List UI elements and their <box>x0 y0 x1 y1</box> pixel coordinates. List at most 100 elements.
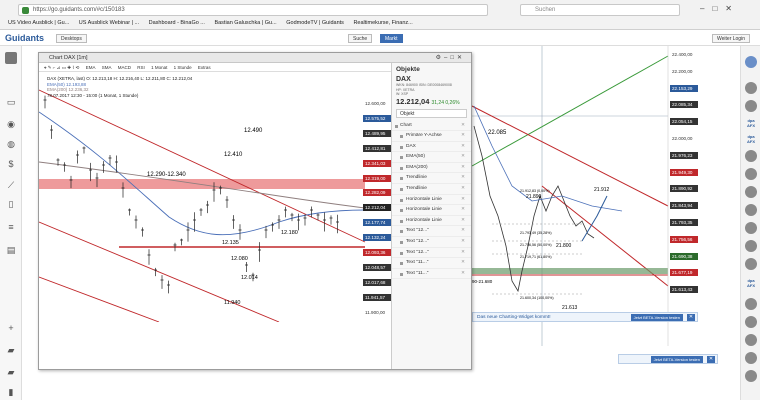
object-list-item[interactable]: Horizontale Linie ✕ <box>392 195 471 206</box>
object-list-item[interactable]: Primäre Y-Achse ✕ <box>392 131 471 142</box>
object-list-item[interactable]: DAX ✕ <box>392 142 471 153</box>
folder-icon[interactable]: ▰ <box>5 366 17 378</box>
remove-icon[interactable]: ✕ <box>461 142 465 153</box>
chart-window-titlebar[interactable]: Chart DAX [1m] ⚙–□✕ <box>39 53 471 63</box>
search-button[interactable]: Suche <box>348 34 373 43</box>
folder-icon[interactable]: ▰ <box>5 344 17 356</box>
avatar[interactable] <box>745 186 757 198</box>
minimize-icon[interactable]: – <box>700 4 704 13</box>
dpa-afx-icon[interactable]: dpa AFX <box>743 118 759 128</box>
remove-icon[interactable]: ✕ <box>461 205 465 216</box>
remove-icon[interactable]: ✕ <box>461 121 465 132</box>
maximize-icon[interactable]: □ <box>450 55 457 61</box>
globe-icon[interactable]: ◍ <box>5 138 17 150</box>
avatar[interactable] <box>745 352 757 364</box>
avatar[interactable] <box>5 52 17 64</box>
bookmark-item[interactable]: Dashboard - BinaGo ... <box>149 18 205 29</box>
notes-icon[interactable]: ▮ <box>5 386 17 398</box>
avatar[interactable] <box>745 334 757 346</box>
remove-icon[interactable]: ✕ <box>461 195 465 206</box>
menu-icon[interactable] <box>745 56 757 68</box>
maximize-icon[interactable]: □ <box>712 4 717 13</box>
avatar[interactable] <box>745 168 757 180</box>
remove-icon[interactable]: ✕ <box>461 163 465 174</box>
desktops-button[interactable]: Desktops <box>56 34 87 43</box>
trendline-green <box>471 55 669 167</box>
toolbar-sma[interactable]: SMA <box>102 63 112 71</box>
eye-icon[interactable]: ◉ <box>5 118 17 130</box>
tablet-icon[interactable]: ▯ <box>5 198 17 210</box>
list-icon[interactable]: ≡ <box>5 221 17 233</box>
object-list-item[interactable]: EMA(50) ✕ <box>392 152 471 163</box>
close-icon[interactable]: ✕ <box>457 55 465 61</box>
dpa-afx-icon[interactable]: dpa AFX <box>743 134 759 144</box>
remove-icon[interactable]: ✕ <box>461 152 465 163</box>
object-list-item[interactable]: Trendlinie ✕ <box>392 184 471 195</box>
bookmark-item[interactable]: US Video Ausblick | Gu... <box>8 18 69 29</box>
close-icon[interactable]: ✕ <box>687 314 695 321</box>
remove-icon[interactable]: ✕ <box>461 237 465 248</box>
login-button[interactable]: Weiter Login <box>712 34 750 43</box>
avatar[interactable] <box>745 370 757 382</box>
guidants-logo[interactable]: Guidants <box>5 33 44 43</box>
price-axis-label: 12.048,57 <box>363 263 391 271</box>
object-list-item[interactable]: Text "11..." ✕ <box>392 258 471 269</box>
object-list-item[interactable]: Text "12..." ✕ <box>392 237 471 248</box>
remove-icon[interactable]: ✕ <box>461 258 465 269</box>
avatar[interactable] <box>745 298 757 310</box>
add-icon[interactable]: + <box>5 322 17 334</box>
object-list-item[interactable]: Text "12..." ✕ <box>392 226 471 238</box>
remove-icon[interactable]: ✕ <box>461 131 465 142</box>
avatar[interactable] <box>745 240 757 252</box>
dollar-icon[interactable]: $ <box>5 158 17 170</box>
object-list-item[interactable]: Trendlinie ✕ <box>392 173 471 185</box>
monitor-icon[interactable]: ▭ <box>5 96 17 108</box>
market-button[interactable]: Markt <box>380 34 403 43</box>
close-icon[interactable]: ✕ <box>725 4 732 13</box>
price-axis-label: 22.400,00 <box>672 52 693 57</box>
remove-icon[interactable]: ✕ <box>461 173 465 184</box>
toolbar-extras[interactable]: Extras <box>198 63 211 71</box>
browser-search-input[interactable]: Suchen <box>520 4 680 16</box>
object-list-item[interactable]: EMA(200) ✕ <box>392 163 471 174</box>
bookmark-item[interactable]: Bastian Galuschka | Gu... <box>214 18 276 29</box>
close-icon[interactable]: ✕ <box>707 356 715 363</box>
avatar[interactable] <box>745 258 757 270</box>
chart-icon[interactable]: ⟋ <box>5 179 17 191</box>
toolbar-range[interactable]: 1 Monat <box>151 63 167 71</box>
avatar[interactable] <box>745 100 757 112</box>
remove-icon[interactable]: ✕ <box>461 248 465 259</box>
object-list-item[interactable]: Horizontale Linie ✕ <box>392 205 471 216</box>
object-label: Text "12..." <box>406 239 429 245</box>
toolbar-icons[interactable]: ⌖ ✎ ⌐ ⊿ ▭ ✚ ⌇ ⟲ <box>44 63 79 71</box>
beta-button[interactable]: Jetzt BETA-Version testen <box>630 314 683 321</box>
url-bar[interactable]: https://go.guidants.com/#c/150183 <box>18 4 488 16</box>
object-list-item[interactable]: Chart ✕ <box>392 121 471 132</box>
toolbar-macd[interactable]: MACD <box>118 63 131 71</box>
avatar[interactable] <box>745 222 757 234</box>
object-list-item[interactable]: Text "11..." ✕ <box>392 269 471 280</box>
remove-icon[interactable]: ✕ <box>461 184 465 195</box>
beta-button[interactable]: Jetzt BETA-Version testen <box>650 356 703 363</box>
remove-icon[interactable]: ✕ <box>461 269 465 280</box>
toolbar-ema[interactable]: EMA <box>86 63 96 71</box>
bookmark-item[interactable]: Realtimekurse, Finanz... <box>353 18 412 29</box>
avatar[interactable] <box>745 204 757 216</box>
toolbar-interval[interactable]: 1 Stunde <box>174 63 192 71</box>
trendline-red <box>471 105 669 207</box>
object-select[interactable]: Objekt <box>396 108 467 118</box>
bookmark-item[interactable]: GodmodeTV | Guidants <box>286 18 344 29</box>
avatar[interactable] <box>745 316 757 328</box>
toolbar-rsi[interactable]: RSI <box>137 63 145 71</box>
remove-icon[interactable]: ✕ <box>461 226 465 237</box>
object-list-item[interactable]: Horizontale Linie ✕ <box>392 216 471 227</box>
bookmark-item[interactable]: US Ausblick Webinar | ... <box>79 18 139 29</box>
settings-icon[interactable]: ⚙ <box>436 55 444 61</box>
remove-icon[interactable]: ✕ <box>461 216 465 227</box>
object-list-item[interactable]: Text "12..." ✕ <box>392 248 471 259</box>
news-icon[interactable]: ▤ <box>5 244 17 256</box>
main-chart-svg[interactable]: 12.490 12.410 12.290-12.340 12.135 12.18… <box>39 72 391 322</box>
avatar[interactable] <box>745 82 757 94</box>
avatar[interactable] <box>745 150 757 162</box>
dpa-afx-icon[interactable]: dpa AFX <box>743 278 759 288</box>
